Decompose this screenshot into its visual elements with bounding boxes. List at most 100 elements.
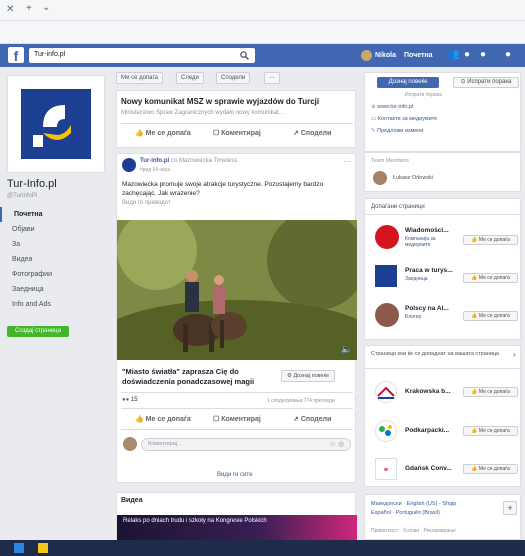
nav-info-ads[interactable]: Info and Ads (0, 297, 108, 312)
liked-page-avatar[interactable] (375, 225, 399, 249)
emoji-icon[interactable]: ☺ ◎ (329, 440, 344, 448)
send-message-label: Испрати порака (467, 79, 512, 85)
search-icon[interactable] (240, 51, 249, 60)
nav-videos[interactable]: Видеа (0, 252, 108, 267)
like-page-button[interactable]: 👍 Ме се допаѓа (463, 464, 518, 474)
browser-toolbar: ✕ + ⌄ (0, 0, 525, 44)
suggested-page-avatar[interactable] (375, 381, 397, 403)
nav-community[interactable]: Заедница (0, 282, 108, 297)
suggested-page-avatar[interactable] (375, 420, 397, 442)
nav-photos[interactable]: Фотографии (0, 267, 108, 282)
page-share-button[interactable]: Сподели (216, 72, 251, 84)
like-page-label: Ме се допаѓа (478, 237, 510, 243)
volume-icon[interactable]: 🔈 (341, 344, 352, 355)
comment-button[interactable]: ☐ Коментирај (213, 129, 261, 137)
page-more-button[interactable]: ··· (264, 72, 280, 84)
reactions-count[interactable]: ●● 15 (122, 397, 138, 403)
share-button[interactable]: ↗ Сподели (293, 415, 331, 423)
videos-section: Видеа Relaks po dniach trudu i szkoły na… (116, 492, 357, 541)
page-like-button[interactable]: Ме се допаѓа (116, 72, 164, 84)
liked-page-name[interactable]: Praca w turys... (405, 267, 453, 274)
suggest-edits-link[interactable]: Предложи измени (377, 128, 423, 134)
nav-about[interactable]: За (0, 237, 108, 252)
suggested-page-name[interactable]: Podkarpacki... (405, 427, 449, 434)
language-links-1[interactable]: Македонски · English (US) · Shqip (371, 501, 456, 507)
liked-page-avatar[interactable] (375, 303, 399, 327)
page-follow-button[interactable]: Следи (176, 72, 204, 84)
chevron-right-icon[interactable]: › (513, 350, 516, 359)
home-link[interactable]: Почетна (404, 52, 433, 59)
like-button[interactable]: 👍 Ме се допаѓа (135, 415, 191, 423)
liked-page-name[interactable]: Wiadomości... (405, 227, 449, 234)
friends-icon[interactable]: 👥 (447, 49, 459, 60)
suggested-page-name[interactable]: Krakowska b... (405, 388, 451, 395)
liked-page-category: Блогер (405, 314, 422, 320)
profile-link[interactable]: Nikola (375, 52, 396, 59)
reaction-love-icon: ● (125, 397, 130, 403)
like-page-button[interactable]: 👍 Ме се допаѓа (463, 273, 518, 283)
post-title[interactable]: Nowy komunikat MSZ w sprawie wyjazdów do… (121, 97, 353, 106)
comment-label: Коментирај (221, 416, 261, 423)
liked-page-name[interactable]: Polscy na Al... (405, 305, 449, 312)
suggested-page-name[interactable]: Gdańsk Conv... (405, 465, 452, 472)
comment-input[interactable]: Коментирај... (141, 438, 351, 451)
like-page-button[interactable]: 👍 Ме се допаѓа (463, 311, 518, 321)
like-label: Ме се допаѓа (145, 416, 191, 423)
help-icon[interactable]: ● (505, 49, 511, 60)
suggested-pages-card: Страници кои ќе се допаднат на вашата ст… (364, 345, 522, 487)
learn-more-button[interactable]: ⚙ Дознај повеќе (281, 370, 336, 382)
liked-page-avatar[interactable] (375, 265, 397, 287)
team-member-name[interactable]: Łukasz Orłowski (393, 175, 433, 181)
suggested-page-avatar[interactable]: ≋ (375, 458, 397, 480)
language-links-2[interactable]: Español · Português (Brasil) (371, 510, 440, 516)
like-page-button[interactable]: 👍 Ме се допаѓа (463, 387, 518, 397)
facebook-logo-icon[interactable]: f (8, 47, 24, 64)
video-caption[interactable]: "Miasto światła" zaprasza Cię do doświad… (122, 367, 272, 387)
shares-views[interactable]: 1 споделувања 774 прегледи (267, 398, 335, 404)
search-input[interactable]: Tur-info.pl (29, 48, 255, 63)
close-tab-icon[interactable]: ✕ (6, 4, 14, 15)
like-page-button[interactable]: 👍 Ме се допаѓа (463, 426, 518, 436)
video-player[interactable]: 🔈 (117, 220, 357, 360)
post-time[interactable]: пред 14 часа (140, 167, 170, 173)
post-header: Tur-info.pl со Mazowiecka Timeless (140, 158, 237, 164)
toolbar-divider (0, 20, 525, 21)
video-strip[interactable]: Relaks po dniach trudu i szkoły na Kongr… (117, 515, 357, 541)
learn-more-primary-button[interactable]: Дознај повеќе (377, 77, 439, 88)
messenger-icon[interactable]: ● (464, 49, 470, 60)
post-author-avatar[interactable] (122, 158, 136, 172)
website-link[interactable]: www.tur-info.pl (377, 104, 413, 110)
add-language-button[interactable]: + (503, 501, 517, 515)
send-message-button[interactable]: ⊙ Испрати порака (453, 77, 519, 88)
new-tab-icon[interactable]: + (26, 3, 32, 14)
facebook-top-bar: f Tur-info.pl Nikola Почетна 👥 ● ● ● (0, 44, 525, 67)
suggest-header: Страници кои ќе се допаднат на вашата ст… (371, 351, 500, 357)
globe-icon: ⊕ (371, 104, 376, 110)
create-page-button[interactable]: Создај страница (7, 326, 69, 337)
user-avatar[interactable] (361, 50, 372, 61)
team-card: Team Members Łukasz Orłowski (364, 152, 521, 192)
post-author[interactable]: Tur-info.pl (140, 158, 169, 164)
page-profile-picture[interactable] (7, 75, 105, 173)
like-page-label: Ме се допаѓа (478, 313, 510, 319)
nav-posts[interactable]: Објави (0, 222, 108, 237)
see-all-link[interactable]: Види ги сите (217, 472, 252, 478)
start-icon[interactable] (14, 543, 24, 553)
like-page-label: Ме се допаѓа (478, 466, 510, 472)
comment-button[interactable]: ☐ Коментирај (213, 415, 261, 423)
footer-links[interactable]: Приватност · Услови · Рекламирање (371, 528, 456, 534)
team-member-avatar[interactable] (373, 171, 387, 185)
like-page-button[interactable]: 👍 Ме се допаѓа (463, 235, 518, 245)
divider (365, 214, 522, 215)
notifications-icon[interactable]: ● (480, 49, 486, 60)
share-button[interactable]: ↗ Сподели (293, 129, 331, 137)
like-button[interactable]: 👍 Ме се допаѓа (135, 129, 191, 137)
nav-home[interactable]: Почетна (0, 207, 108, 222)
send-message-small[interactable]: Испрати порака (405, 92, 442, 98)
contact-link[interactable]: Контакти за медиумите (378, 116, 438, 122)
file-explorer-icon[interactable] (38, 543, 48, 553)
post-options-icon[interactable]: ··· (343, 157, 351, 166)
videos-header: Видеа (121, 497, 143, 504)
see-translation-link[interactable]: Види го преводот (122, 200, 171, 206)
tab-dropdown-icon[interactable]: ⌄ (42, 2, 50, 13)
